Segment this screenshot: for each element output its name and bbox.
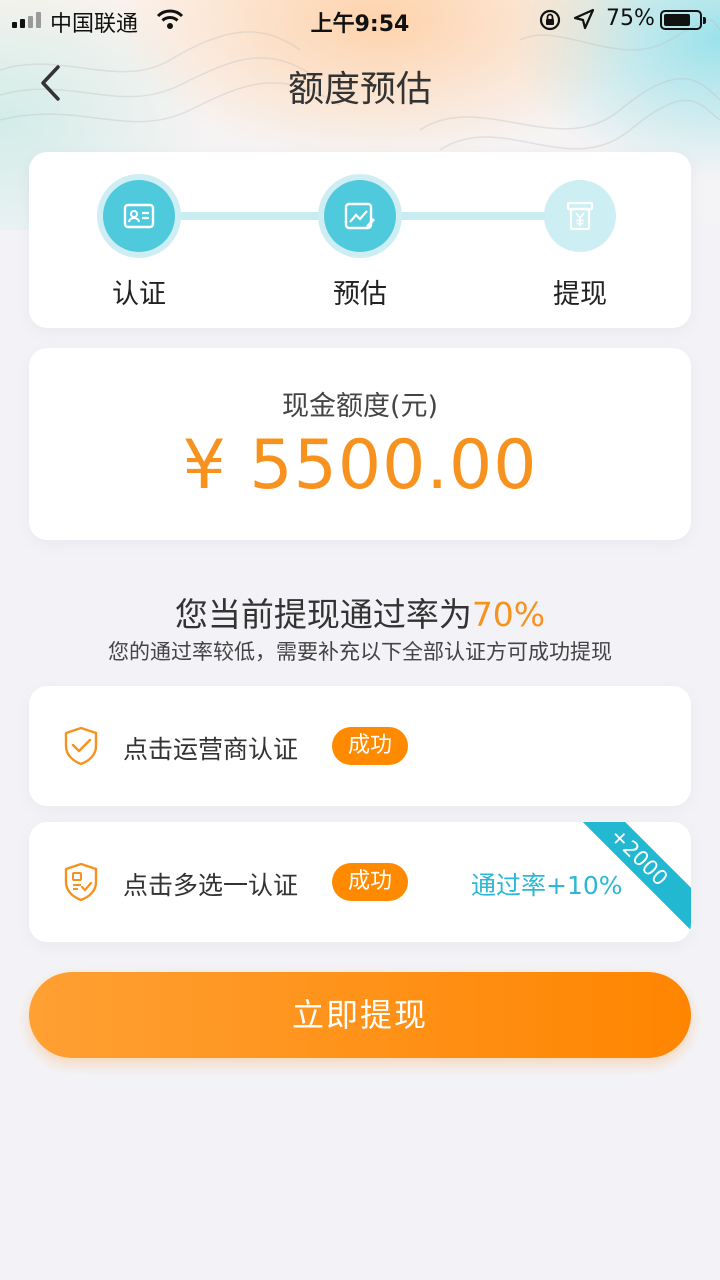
step-circle [544, 180, 616, 252]
cash-limit-label: 现金额度(元) [281, 391, 439, 422]
location-arrow-icon [573, 8, 595, 36]
cash-limit-card: 现金额度(元) ¥ 5500.00 [29, 348, 691, 540]
pass-rate-note: 您的通过率较低，需要补充以下全部认证方可成功提现 [108, 640, 612, 664]
pass-rate-title: 您当前提现通过率为70% [0, 588, 720, 636]
status-bar: 中国联通 上午9:54 75% [0, 0, 720, 40]
verification-label: 点击运营商认证 [123, 735, 299, 764]
step-withdraw: 提现 [510, 180, 650, 311]
navigation-bar: 额度预估 [0, 40, 720, 128]
shield-doc-icon [63, 862, 99, 906]
battery-percent: 75% [606, 6, 655, 31]
carrier-verification-row[interactable]: 点击运营商认证 成功 [29, 686, 691, 806]
step-circle [324, 180, 396, 252]
shield-check-icon [63, 726, 99, 770]
multi-choice-verification-row[interactable]: 点击多选一认证 成功 通过率+10% +2000 [29, 822, 691, 942]
status-badge: 成功 [332, 727, 409, 765]
step-label: 提现 [553, 279, 607, 310]
id-card-icon [123, 203, 155, 229]
step-circle [103, 180, 175, 252]
battery-icon [660, 10, 706, 30]
status-badge: 成功 [332, 863, 409, 901]
page-title: 额度预估 [287, 69, 432, 110]
rotation-lock-icon [538, 8, 562, 38]
step-estimate: 预估 [290, 180, 430, 311]
step-label: 预估 [333, 279, 387, 310]
pass-rate-value: 70% [471, 595, 546, 634]
cash-limit-value: ¥ 5500.00 [182, 426, 538, 505]
pass-rate-prefix: 您当前提现通过率为 [174, 595, 472, 634]
pass-rate-bonus: 通过率+10% [471, 871, 623, 900]
withdraw-now-button[interactable]: 立即提现 [29, 972, 691, 1058]
step-verify: 认证 [69, 180, 209, 311]
progress-steps-card: 认证 预估 提现 [29, 152, 691, 328]
atm-yuan-icon [566, 201, 594, 231]
step-label: 认证 [112, 279, 166, 310]
chart-edit-icon [344, 202, 375, 230]
verification-label: 点击多选一认证 [123, 871, 299, 900]
